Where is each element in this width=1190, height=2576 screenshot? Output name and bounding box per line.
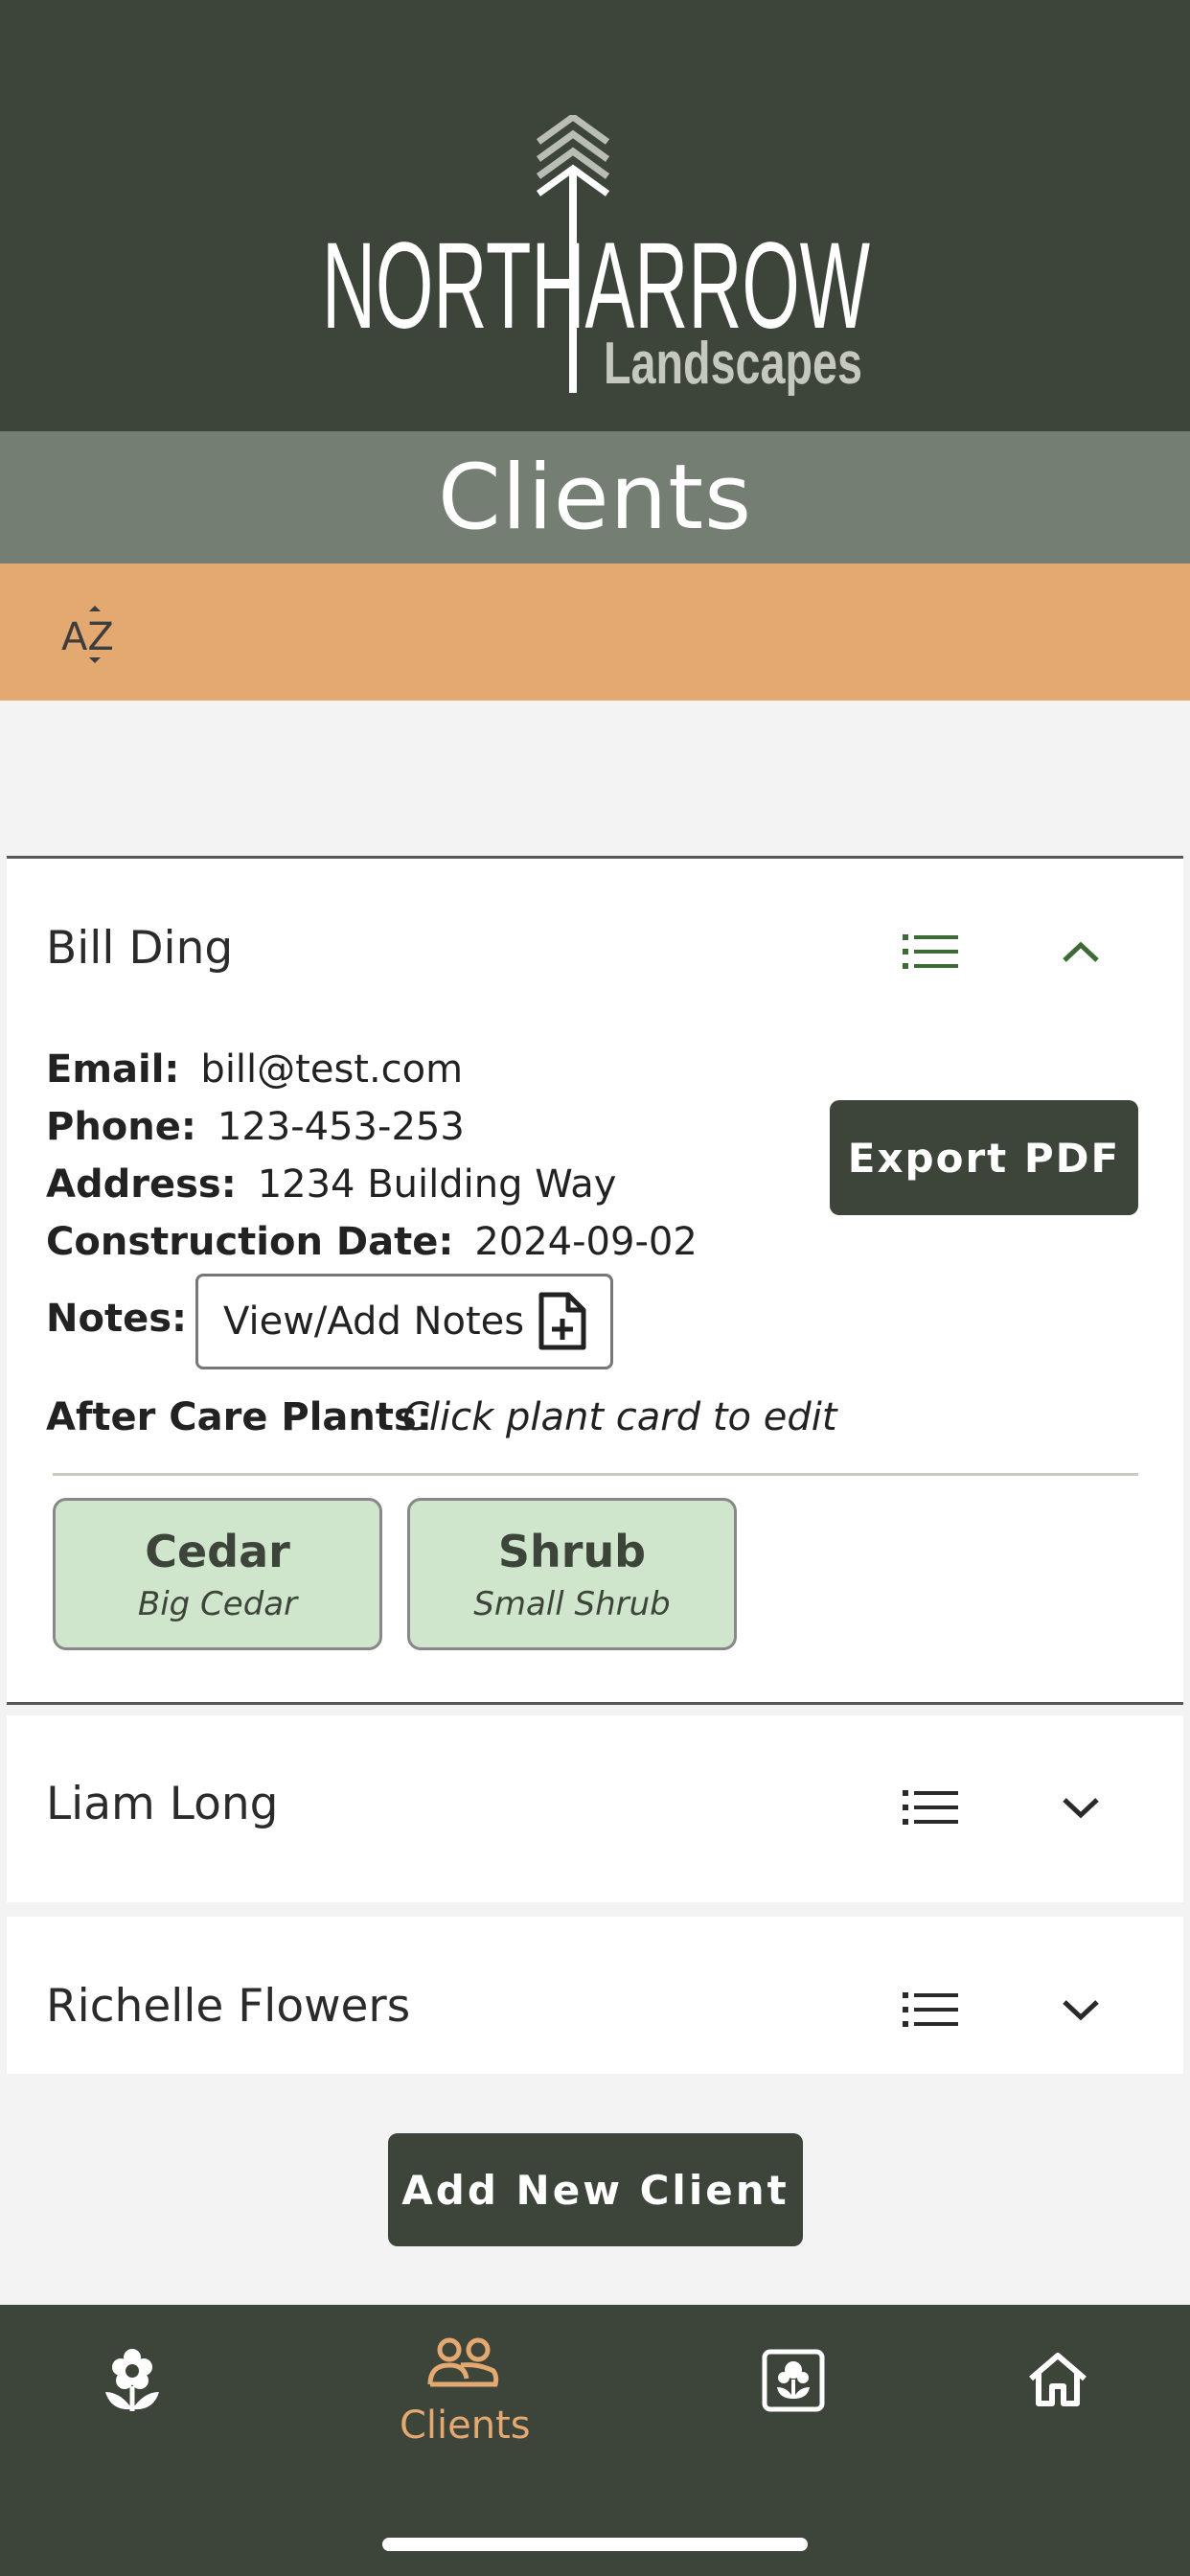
plant-card[interactable]: Shrub Small Shrub xyxy=(407,1498,737,1650)
page-title-bar: Clients xyxy=(0,431,1190,564)
construction-date-row: Construction Date: 2024-09-02 xyxy=(46,1220,698,1264)
email-value: bill@test.com xyxy=(200,1047,464,1092)
aftercare-hint: Click plant card to edit xyxy=(402,1395,837,1439)
svg-text:AZ: AZ xyxy=(61,615,114,659)
construction-date-value: 2024-09-02 xyxy=(474,1220,698,1264)
client-name[interactable]: Richelle Flowers xyxy=(46,1980,410,2033)
chevron-up-icon[interactable] xyxy=(1059,937,1103,966)
notes-label: Notes: xyxy=(46,1297,188,1341)
list-icon[interactable] xyxy=(903,1990,958,2029)
home-indicator[interactable] xyxy=(382,2538,808,2551)
plant-variety: Small Shrub xyxy=(473,1585,671,1623)
add-new-client-button[interactable]: Add New Client xyxy=(388,2133,803,2246)
list-icon[interactable] xyxy=(903,1788,958,1827)
flower-icon[interactable] xyxy=(100,2344,165,2415)
address-row: Address: 1234 Building Way xyxy=(46,1162,617,1207)
phone-row: Phone: 123-453-253 xyxy=(46,1105,465,1149)
plant-name: Shrub xyxy=(497,1526,647,1577)
file-plus-icon xyxy=(538,1292,586,1350)
address-value: 1234 Building Way xyxy=(257,1162,617,1207)
tab-clients-label[interactable]: Clients xyxy=(400,2404,531,2448)
client-name[interactable]: Liam Long xyxy=(46,1778,279,1830)
northarrow-logo: NORTHARROW Landscapes xyxy=(322,115,870,397)
view-add-notes-button[interactable]: View/Add Notes xyxy=(195,1274,613,1369)
plant-card-icon[interactable] xyxy=(762,2349,825,2412)
sort-az-icon[interactable]: AZ xyxy=(61,600,128,667)
export-pdf-button[interactable]: Export PDF xyxy=(830,1100,1138,1215)
client-name[interactable]: Bill Ding xyxy=(46,922,233,975)
app-header: NORTHARROW Landscapes xyxy=(0,0,1190,431)
email-row: Email: bill@test.com xyxy=(46,1047,464,1092)
phone-value: 123-453-253 xyxy=(217,1105,465,1149)
page-title: Clients xyxy=(437,445,753,550)
home-icon[interactable] xyxy=(1027,2350,1088,2407)
sort-bar xyxy=(0,564,1190,701)
users-icon[interactable] xyxy=(426,2336,499,2388)
list-icon[interactable] xyxy=(903,932,958,971)
plant-variety: Big Cedar xyxy=(137,1585,298,1623)
bottom-tab-bar xyxy=(0,2305,1190,2576)
chevron-down-icon[interactable] xyxy=(1059,1996,1103,2025)
aftercare-label: After Care Plants: xyxy=(46,1395,432,1439)
divider xyxy=(53,1473,1138,1476)
plant-name: Cedar xyxy=(145,1526,290,1577)
notes-button-label: View/Add Notes xyxy=(223,1300,525,1344)
svg-text:Landscapes: Landscapes xyxy=(604,331,862,397)
plant-card[interactable]: Cedar Big Cedar xyxy=(53,1498,382,1650)
chevron-down-icon[interactable] xyxy=(1059,1794,1103,1823)
